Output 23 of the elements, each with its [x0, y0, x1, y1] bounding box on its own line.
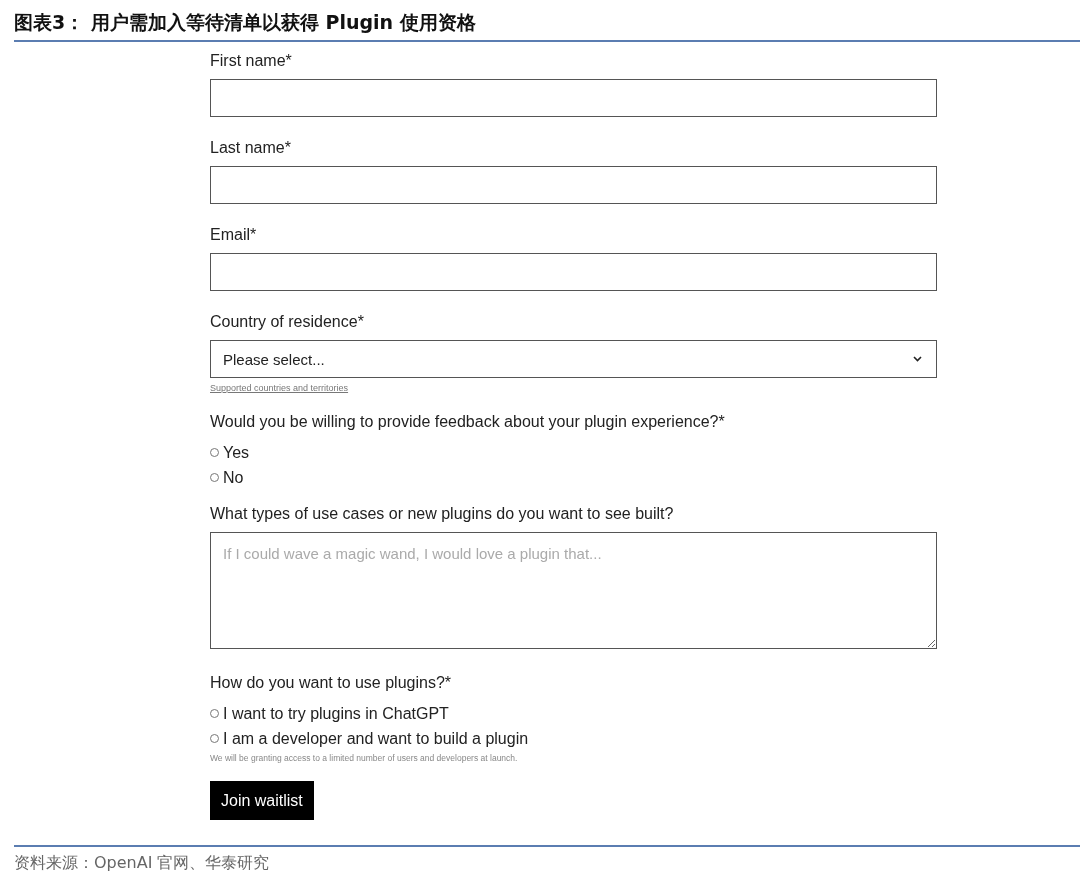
question-label: How do you want to use plugins?*: [210, 674, 453, 692]
question-label: What types of use cases or new plugins do you want to see built?: [210, 505, 675, 523]
chevron-down-icon: [913, 356, 922, 362]
field-label: Email*: [210, 226, 258, 244]
radio-option[interactable]: I want to try plugins in ChatGPT: [210, 701, 449, 726]
radio-option[interactable]: Yes: [210, 440, 250, 465]
input-field[interactable]: [210, 253, 937, 291]
source-note: 资料来源：OpenAI 官网、华泰研究: [14, 853, 271, 874]
join-waitlist-button[interactable]: Join waitlist: [210, 781, 314, 820]
radio-option[interactable]: I am a developer and want to build a plugin: [210, 726, 529, 751]
field-label: Last name*: [210, 139, 292, 157]
country-select[interactable]: Please select...: [210, 340, 937, 378]
access-note: We will be granting access to a limited number of users and developers at launch.: [210, 753, 519, 763]
radio-option[interactable]: No: [210, 465, 244, 490]
question-label: Would you be willing to provide feedback about your plugin experience?*: [210, 413, 726, 431]
input-field[interactable]: [210, 166, 937, 204]
field-label: Country of residence*: [210, 313, 365, 331]
supported-countries-link[interactable]: Supported countries and territories: [210, 383, 349, 393]
field-label: First name*: [210, 52, 293, 70]
input-field[interactable]: [210, 79, 937, 117]
select-value: Please select...: [223, 350, 325, 368]
figure-title: 图表3： 用户需加入等待清单以获得 Plugin 使用资格: [14, 10, 477, 35]
answer-box[interactable]: If I could wave a magic wand, I would love a plugin that...: [210, 532, 937, 649]
